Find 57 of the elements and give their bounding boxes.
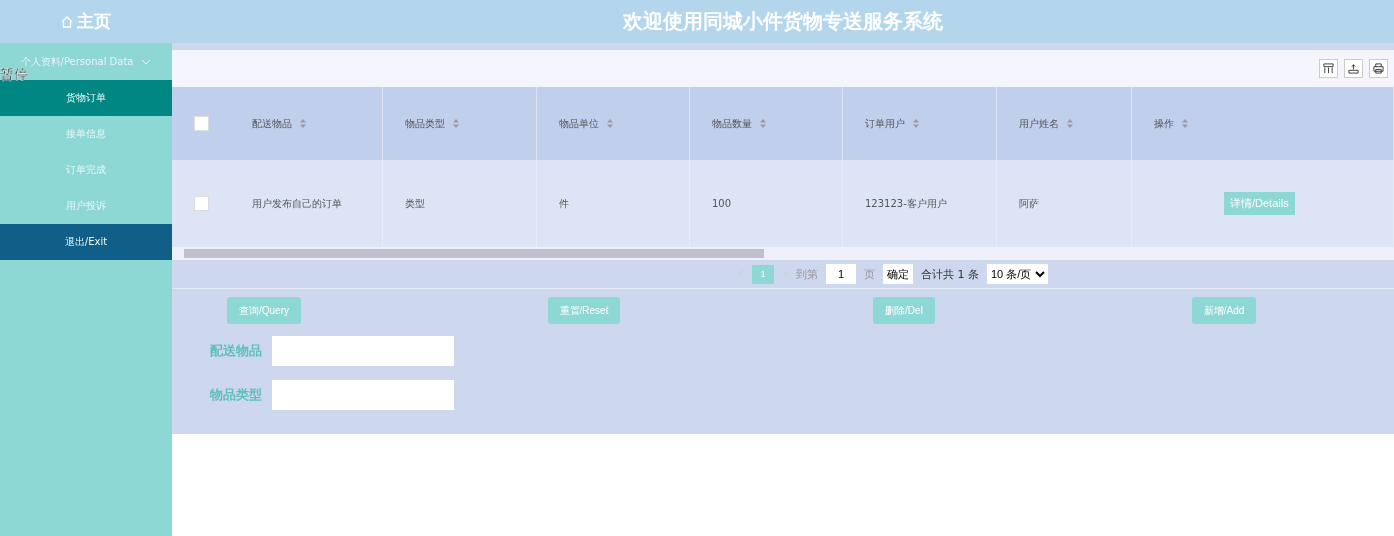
print-button[interactable] (1369, 59, 1388, 78)
sidebar-item[interactable]: 订单完成 (0, 152, 172, 188)
sort-icon[interactable] (607, 119, 613, 128)
sidebar-item[interactable]: 退出/Exit (0, 224, 172, 260)
sidebar-item[interactable]: 接单信息 (0, 116, 172, 152)
home-icon (61, 15, 73, 28)
checkbox[interactable] (193, 116, 209, 131)
field-label: 配送物品 (210, 342, 262, 360)
total-count: 合计共 1 条 (921, 266, 979, 282)
page-size-select[interactable]: 10 条/页 (987, 264, 1048, 284)
column-header: 操作 (1154, 116, 1174, 131)
grid-icon (1323, 63, 1334, 74)
column-header: 物品数量 (712, 116, 752, 131)
page-number[interactable]: 1 (752, 264, 774, 284)
paused-label: 暂停 (0, 67, 28, 81)
table-cell: 用户发布自己的订单 (252, 196, 342, 211)
action-button[interactable]: 新增/Add (1191, 297, 1257, 324)
sort-icon[interactable] (453, 119, 459, 128)
table-cell: 阿萨 (1019, 196, 1039, 211)
action-button[interactable]: 删除/Del (873, 297, 935, 324)
details-button[interactable]: 详情/Details (1224, 192, 1295, 215)
action-button[interactable]: 查询/Query (227, 297, 301, 324)
page-title: 欢迎使用同城小件货物专送服务系统 (621, 8, 944, 35)
field-label: 物品类型 (210, 386, 262, 404)
search-field[interactable] (272, 380, 454, 410)
export-button[interactable] (1344, 59, 1363, 78)
table-cell: 123123-客户用户 (865, 196, 947, 211)
checkbox[interactable] (193, 196, 209, 211)
table-cell: 100 (712, 198, 732, 209)
scrollbar[interactable] (172, 247, 1394, 260)
sidebar-group[interactable]: 个人资料/Personal Data (20, 55, 134, 69)
column-header: 配送物品 (252, 116, 292, 131)
sidebar-item[interactable]: 货物订单 (0, 80, 172, 116)
column-header: 物品类型 (405, 116, 445, 131)
sidebar-item[interactable]: 用户投诉 (0, 188, 172, 224)
action-button[interactable]: 重置/Reset (547, 297, 621, 324)
column-header: 订单用户 (865, 116, 905, 131)
sort-icon[interactable] (913, 119, 919, 128)
sort-icon[interactable] (300, 119, 306, 128)
print-icon (1373, 63, 1384, 74)
page-unit: 页 (864, 266, 875, 282)
table-cell: 类型 (405, 196, 425, 211)
sort-icon[interactable] (1182, 119, 1188, 128)
search-field[interactable] (272, 336, 454, 366)
page-input[interactable]: 1 (826, 264, 856, 284)
sort-icon[interactable] (760, 119, 766, 128)
previous-icon[interactable] (738, 269, 744, 279)
goto-label: 到第 (796, 266, 818, 282)
column-header: 物品单位 (559, 116, 599, 131)
home-link[interactable]: 主页 (0, 10, 172, 33)
confirm-button[interactable]: 确定 (883, 264, 913, 284)
column-header: 用户姓名 (1019, 116, 1059, 131)
table-cell: 件 (559, 196, 569, 211)
export-icon (1348, 63, 1359, 74)
sort-icon[interactable] (1067, 119, 1073, 128)
columns-button[interactable] (1319, 59, 1338, 78)
next-icon[interactable] (782, 269, 788, 279)
